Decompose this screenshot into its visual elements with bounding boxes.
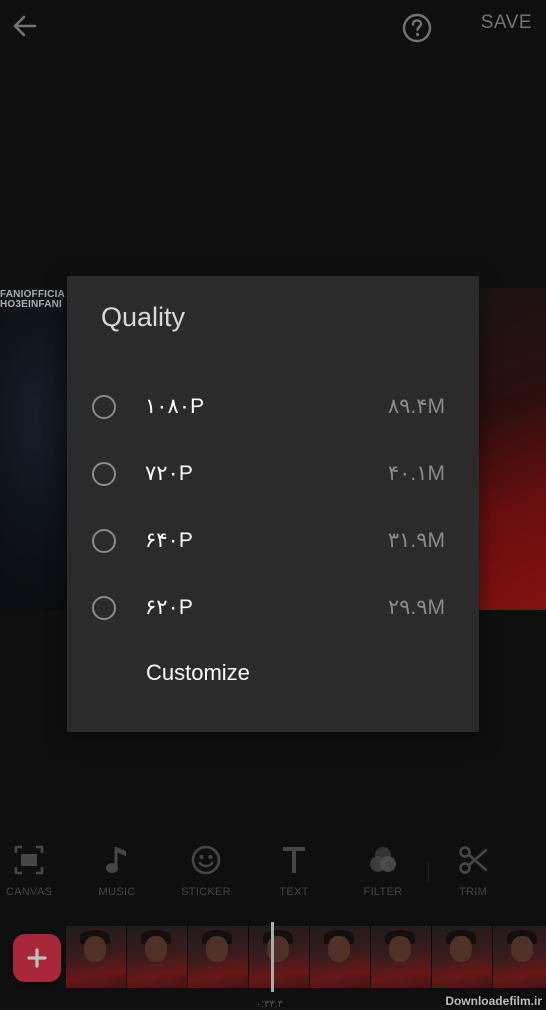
quality-option-640p[interactable]: ۶۴۰P ۳۱.۹M [67,512,479,572]
option-label: ۷۲۰P [145,462,193,485]
radio-button[interactable] [92,462,116,486]
option-size: ۳۱.۹M [387,529,445,552]
radio-button[interactable] [92,596,116,620]
option-size: ۴۰.۱M [387,462,445,485]
option-size: ۸۹.۴M [387,395,445,418]
customize-button[interactable]: Customize [146,660,250,686]
dialog-title: Quality [101,302,186,332]
quality-option-620p[interactable]: ۶۲۰P ۲۹.۹M [67,579,479,639]
quality-dialog: Quality ۱۰۸۰P ۸۹.۴M ۷۲۰P ۴۰.۱M ۶۴۰P ۳۱.۹… [67,276,479,732]
option-label: ۶۲۰P [145,596,193,619]
radio-button[interactable] [92,395,116,419]
radio-button[interactable] [92,529,116,553]
option-label: ۶۴۰P [145,529,193,552]
option-size: ۲۹.۹M [387,596,445,619]
option-label: ۱۰۸۰P [145,395,205,418]
quality-option-720p[interactable]: ۷۲۰P ۴۰.۱M [67,445,479,505]
quality-option-1080p[interactable]: ۱۰۸۰P ۸۹.۴M [67,378,479,438]
